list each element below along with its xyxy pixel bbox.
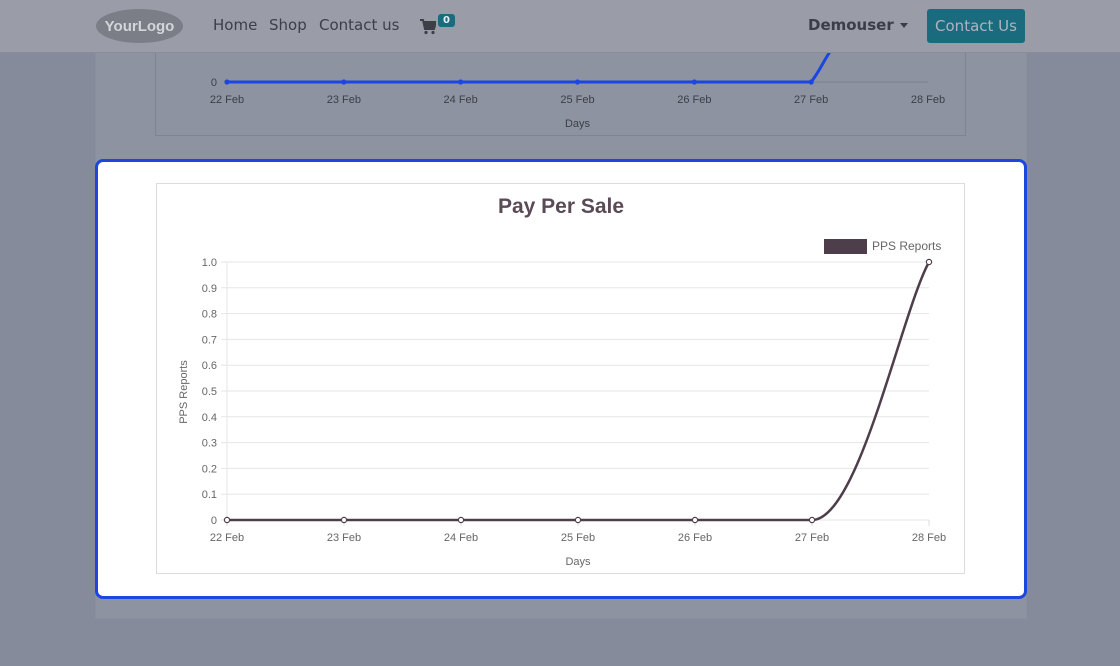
legend-label: PPS Reports bbox=[872, 239, 941, 253]
cart-icon bbox=[420, 19, 436, 35]
top-chart-x-tick: 28 Feb bbox=[911, 94, 945, 106]
data-point bbox=[223, 516, 231, 524]
x-tick-label: 25 Feb bbox=[561, 532, 595, 544]
brand-logo[interactable]: YourLogo bbox=[95, 8, 184, 44]
y-tick-label: 0.4 bbox=[202, 412, 217, 424]
chart-title: Pay Per Sale bbox=[498, 195, 624, 218]
y-tick-label: 0 bbox=[211, 515, 217, 527]
top-chart-x-tick: 23 Feb bbox=[327, 94, 361, 106]
nav-contact-us[interactable]: Contact us bbox=[319, 16, 399, 34]
navbar: YourLogo Home Shop Contact us 0 Demouser… bbox=[0, 0, 1120, 53]
caret-down-icon bbox=[899, 23, 908, 28]
x-tick-label: 26 Feb bbox=[678, 532, 712, 544]
y-tick-label: 0.5 bbox=[202, 386, 217, 398]
logo-text: YourLogo bbox=[105, 18, 175, 35]
top-chart-x-label: Days bbox=[565, 118, 591, 130]
y-tick-label: 0.2 bbox=[202, 463, 217, 475]
pay-per-sale-panel: Pay Per Sale PPS Reports 0 0.1 0.2 0.3 0.4 0.5 0… bbox=[95, 159, 1027, 599]
top-chart-point bbox=[458, 79, 464, 85]
top-chart-point bbox=[691, 79, 697, 85]
top-chart-point bbox=[341, 79, 347, 85]
cart-count-badge: 0 bbox=[438, 14, 455, 27]
data-point bbox=[574, 516, 582, 524]
y-axis-label: PPS Reports bbox=[178, 360, 190, 424]
x-axis-label: Days bbox=[565, 556, 591, 568]
y-tick-label: 0.7 bbox=[202, 334, 217, 346]
x-tick-label: 27 Feb bbox=[795, 532, 829, 544]
data-point bbox=[340, 516, 348, 524]
user-menu-dropdown[interactable]: Demouser bbox=[808, 16, 908, 34]
top-chart-x-tick: 24 Feb bbox=[444, 94, 478, 106]
y-tick-label: 1.0 bbox=[202, 257, 217, 269]
top-chart-x-tick: 27 Feb bbox=[794, 94, 828, 106]
data-point bbox=[691, 516, 699, 524]
y-tick-label: 0.3 bbox=[202, 438, 217, 450]
user-name: Demouser bbox=[808, 16, 894, 34]
y-tick-label: 0.1 bbox=[202, 489, 217, 501]
pay-per-sale-chart: Pay Per Sale PPS Reports 0 0.1 0.2 0.3 0.4 0.5 0… bbox=[178, 195, 946, 568]
nav-home[interactable]: Home bbox=[213, 16, 257, 34]
cart-button[interactable]: 0 bbox=[420, 14, 460, 38]
y-tick-label: 0.8 bbox=[202, 309, 217, 321]
y-tick-label: 0.6 bbox=[202, 360, 217, 372]
data-point bbox=[808, 516, 816, 524]
x-tick-label: 23 Feb bbox=[327, 532, 361, 544]
data-point bbox=[457, 516, 465, 524]
data-point bbox=[925, 258, 933, 266]
top-chart-x-tick: 25 Feb bbox=[560, 94, 594, 106]
top-chart-line bbox=[227, 49, 833, 84]
x-tick-label: 22 Feb bbox=[210, 532, 244, 544]
top-chart-x-tick: 26 Feb bbox=[677, 94, 711, 106]
x-tick-label: 24 Feb bbox=[444, 532, 478, 544]
top-chart-point bbox=[574, 79, 581, 85]
top-chart-y-tick: 0 bbox=[211, 77, 217, 89]
legend-swatch bbox=[824, 239, 867, 254]
top-chart-point bbox=[224, 79, 230, 85]
nav-shop[interactable]: Shop bbox=[269, 16, 307, 34]
y-tick-label: 0.9 bbox=[202, 283, 217, 295]
x-tick-label: 28 Feb bbox=[912, 532, 946, 544]
contact-us-button[interactable]: Contact Us bbox=[927, 9, 1025, 43]
top-chart-point bbox=[808, 79, 814, 85]
chart-frame: Pay Per Sale PPS Reports 0 0.1 0.2 0.3 0.4 0.5 0… bbox=[156, 183, 965, 574]
top-chart-x-tick: 22 Feb bbox=[210, 94, 244, 106]
